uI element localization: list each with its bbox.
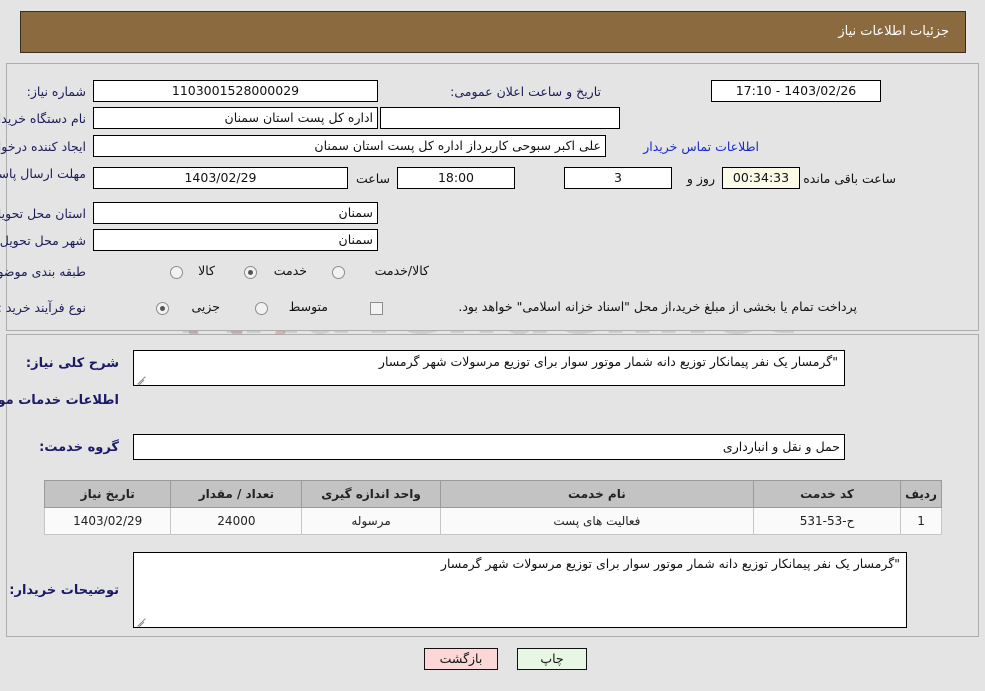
need-number-value: 1103001528000029 — [93, 80, 378, 102]
cell-row-number: 1 — [900, 507, 942, 535]
announce-datetime-value: 17:10 - 1403/02/26 — [711, 80, 881, 102]
general-description-textarea[interactable]: "گرمسار یک نفر پیمانکار توزیع دانه شمار … — [133, 350, 845, 386]
radio-category-kala-khedmat[interactable] — [332, 266, 345, 279]
delivery-city-label: شهر محل تحویل: — [0, 233, 86, 248]
cell-unit: مرسوله — [301, 507, 441, 535]
print-button[interactable]: چاپ — [517, 648, 587, 670]
response-deadline-label: مهلت ارسال پاسخ: تا تاریخ: — [0, 166, 86, 181]
page-title: جزئیات اطلاعات نیاز — [838, 24, 949, 39]
table-header-row: ردیف کد خدمت نام خدمت واحد اندازه گیری ت… — [43, 480, 942, 508]
radio-category-khedmat-label: خدمت — [273, 263, 307, 278]
radio-category-kala-khedmat-label: کالا/خدمت — [374, 263, 429, 278]
radio-category-kala-label: کالا — [198, 263, 215, 278]
buyer-notes-value: "گرمسار یک نفر پیمانکار توزیع دانه شمار … — [440, 556, 900, 571]
resize-grip-icon-notes[interactable] — [136, 614, 148, 626]
table-row: 1 ح-53-531 فعالیت های پست مرسوله 24000 1… — [43, 507, 942, 535]
radio-process-motavaset-label: متوسط — [288, 299, 328, 314]
need-info-panel — [6, 63, 979, 331]
cell-service-name: فعالیت های پست — [439, 507, 755, 535]
service-group-label: گروه خدمت: — [39, 440, 119, 455]
radio-process-motavaset[interactable] — [255, 302, 268, 315]
radio-category-khedmat[interactable] — [244, 266, 257, 279]
general-description-value: "گرمسار یک نفر پیمانکار توزیع دانه شمار … — [378, 354, 838, 369]
remaining-time-label: ساعت باقی مانده — [803, 171, 896, 186]
delivery-province-value: سمنان — [93, 202, 378, 224]
deadline-date-value: 1403/02/29 — [93, 167, 348, 189]
delivery-city-value: سمنان — [93, 229, 378, 251]
back-button[interactable]: بازگشت — [424, 648, 498, 670]
buyer-org-label: نام دستگاه خریدار: — [0, 111, 86, 126]
radio-category-kala[interactable] — [170, 266, 183, 279]
service-group-value: حمل و نقل و انبارداری — [133, 434, 845, 460]
services-table: ردیف کد خدمت نام خدمت واحد اندازه گیری ت… — [43, 480, 942, 535]
days-unit-label: روز و — [686, 171, 715, 186]
delivery-province-label: استان محل تحویل: — [0, 206, 86, 221]
column-header-unit: واحد اندازه گیری — [301, 480, 441, 508]
buyer-org-value: اداره کل پست استان سمنان — [93, 107, 378, 129]
services-section-heading: اطلاعات خدمات مورد نیاز — [0, 393, 119, 408]
column-header-quantity: تعداد / مقدار — [170, 480, 303, 508]
cell-quantity: 24000 — [170, 507, 303, 535]
request-creator-value: علی اکبر سبوحی کاربرداز اداره کل پست است… — [93, 135, 606, 157]
hour-label: ساعت — [355, 171, 390, 186]
checkbox-treasury-documents[interactable] — [370, 302, 383, 315]
need-number-label: شماره نیاز: — [26, 84, 86, 99]
remaining-days-value: 3 — [564, 167, 672, 189]
buyer-org-overflow-field — [380, 107, 620, 129]
checkbox-treasury-documents-label: پرداخت تمام یا بخشی از مبلغ خرید،از محل … — [458, 299, 857, 314]
resize-grip-icon[interactable] — [136, 372, 148, 384]
purchase-process-label: نوع فرآیند خرید : — [0, 300, 86, 315]
page-header-bar: جزئیات اطلاعات نیاز — [20, 11, 966, 53]
column-header-service-name: نام خدمت — [439, 480, 755, 508]
subject-category-label: طبقه بندی موضوعی: — [0, 264, 86, 279]
general-description-label: شرح کلی نیاز: — [25, 356, 119, 371]
buyer-contact-link[interactable]: اطلاعات تماس خریدار — [643, 139, 759, 154]
deadline-hour-value: 18:00 — [397, 167, 515, 189]
announce-datetime-label: تاریخ و ساعت اعلان عمومی: — [450, 84, 601, 99]
cell-need-date: 1403/02/29 — [43, 507, 172, 535]
column-header-need-date: تاریخ نیاز — [43, 480, 172, 508]
column-header-service-code: کد خدمت — [753, 480, 902, 508]
column-header-row-number: ردیف — [900, 480, 942, 508]
buyer-notes-textarea[interactable]: "گرمسار یک نفر پیمانکار توزیع دانه شمار … — [133, 552, 907, 628]
radio-process-jozee[interactable] — [156, 302, 169, 315]
countdown-timer-value: 00:34:33 — [722, 167, 800, 189]
request-creator-label: ایجاد کننده درخواست: — [0, 139, 86, 154]
cell-service-code: ح-53-531 — [753, 507, 902, 535]
buyer-notes-label: توضیحات خریدار: — [9, 583, 119, 598]
radio-process-jozee-label: جزیی — [191, 299, 220, 314]
